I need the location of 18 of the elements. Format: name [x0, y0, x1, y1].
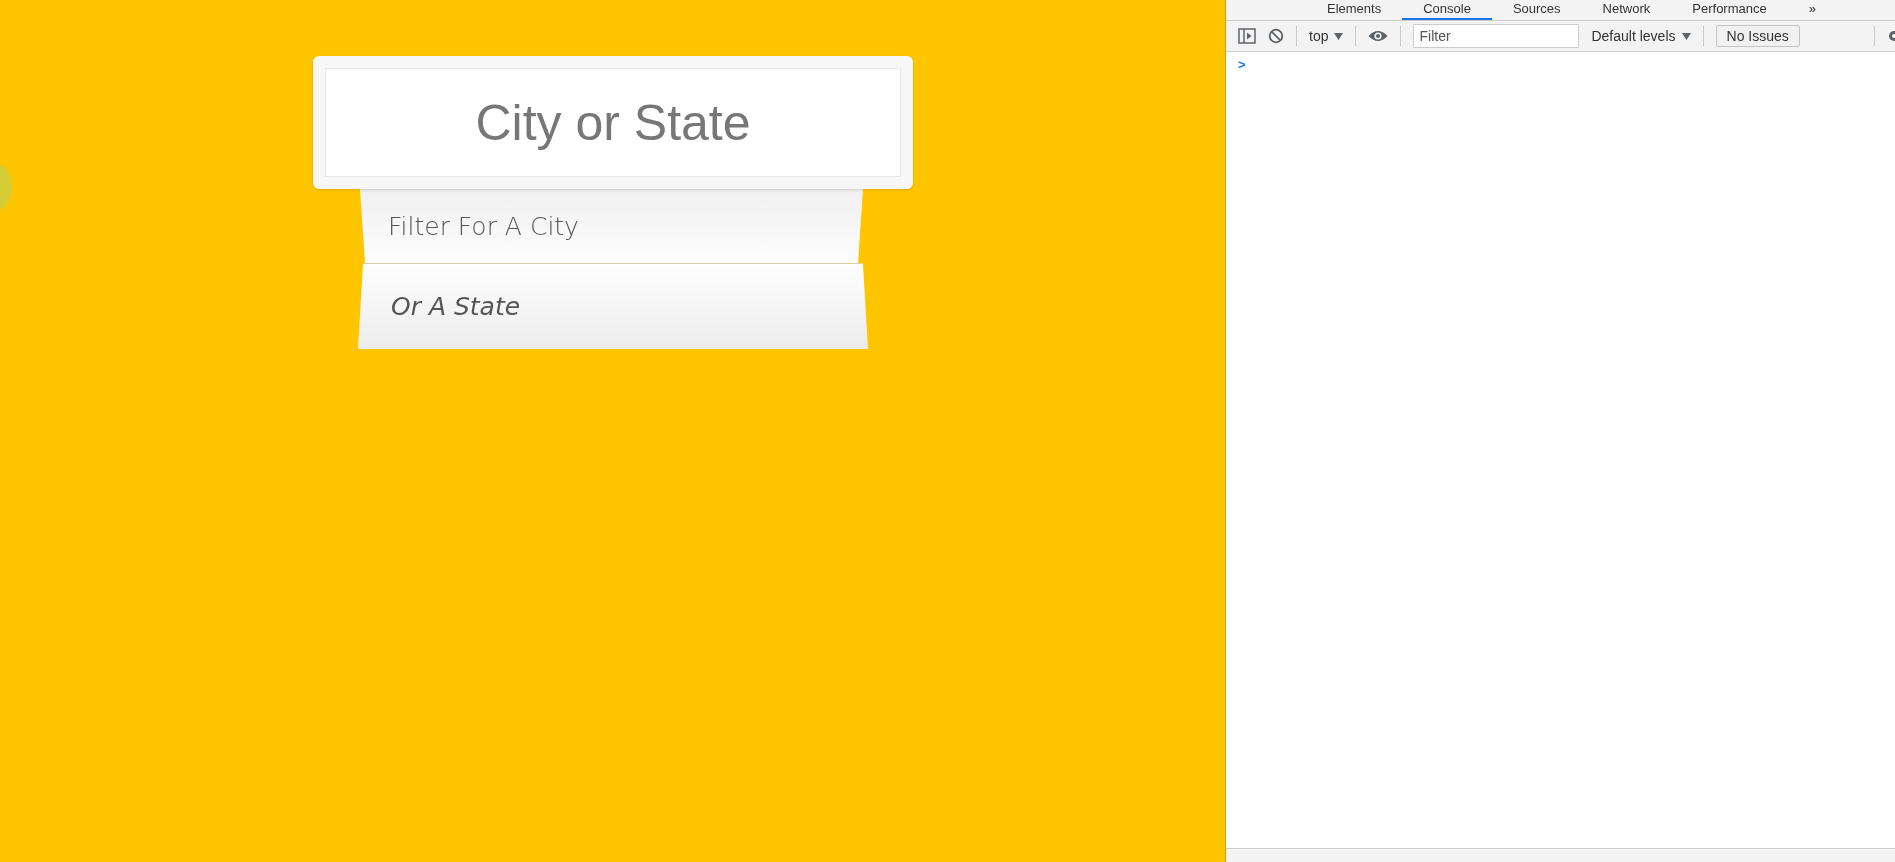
suggestion-item[interactable]: Filter For A City	[360, 189, 863, 263]
console-prompt[interactable]: >	[1238, 57, 1246, 72]
search-field[interactable]: City or State	[325, 68, 901, 177]
filter-field[interactable]: Filter	[1413, 24, 1580, 48]
clear-icon[interactable]	[1268, 28, 1284, 44]
caret-icon	[1334, 32, 1344, 40]
levels-dropdown[interactable]: Default levels	[1591, 28, 1691, 44]
sidebar-icon[interactable]	[1238, 28, 1256, 44]
context-dropdown[interactable]: top	[1309, 28, 1344, 44]
devtools-tab[interactable]: »	[1787, 0, 1837, 20]
eye-icon[interactable]	[1368, 29, 1389, 43]
devtools-tab[interactable]: Performance	[1671, 0, 1788, 20]
suggestion-item[interactable]: Or A State	[358, 263, 868, 349]
issues-button[interactable]: No Issues	[1715, 25, 1800, 47]
devtools-tab[interactable]: Elements	[1306, 0, 1403, 20]
caret-icon	[1681, 32, 1691, 40]
devtools-tab[interactable]: Network	[1581, 0, 1672, 20]
devtools-tab[interactable]: Sources	[1491, 0, 1582, 20]
